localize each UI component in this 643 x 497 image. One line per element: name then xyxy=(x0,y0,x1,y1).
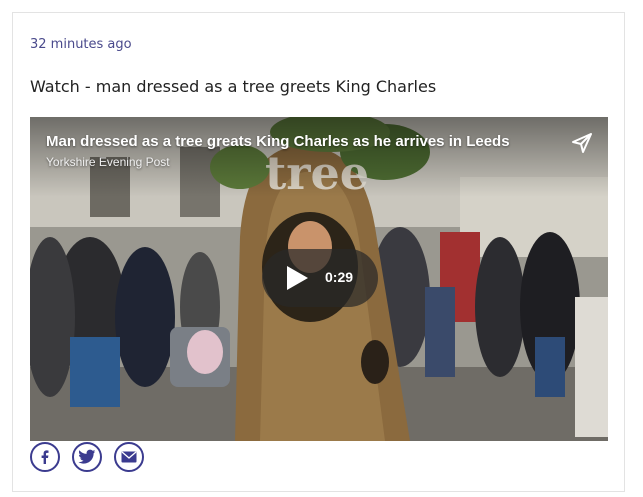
video-duration: 0:29 xyxy=(325,269,354,285)
video-player[interactable]: tree Man dressed as a tree greats King C… xyxy=(30,117,608,441)
send-icon xyxy=(572,133,592,153)
video-title: Man dressed as a tree greats King Charle… xyxy=(46,133,510,150)
live-post-card: 32 minutes ago Watch - man dressed as a … xyxy=(12,12,625,492)
video-share-button[interactable] xyxy=(570,131,594,155)
email-share-button[interactable] xyxy=(114,442,144,472)
post-headline: Watch - man dressed as a tree greets Kin… xyxy=(30,77,437,96)
email-icon xyxy=(121,451,137,463)
twitter-icon xyxy=(78,449,96,464)
twitter-share-button[interactable] xyxy=(72,442,102,472)
facebook-icon xyxy=(41,450,49,464)
facebook-share-button[interactable] xyxy=(30,442,60,472)
post-timestamp: 32 minutes ago xyxy=(30,37,132,52)
video-source: Yorkshire Evening Post xyxy=(46,155,170,169)
play-button[interactable]: 0:29 xyxy=(262,249,378,307)
play-icon xyxy=(287,266,308,290)
